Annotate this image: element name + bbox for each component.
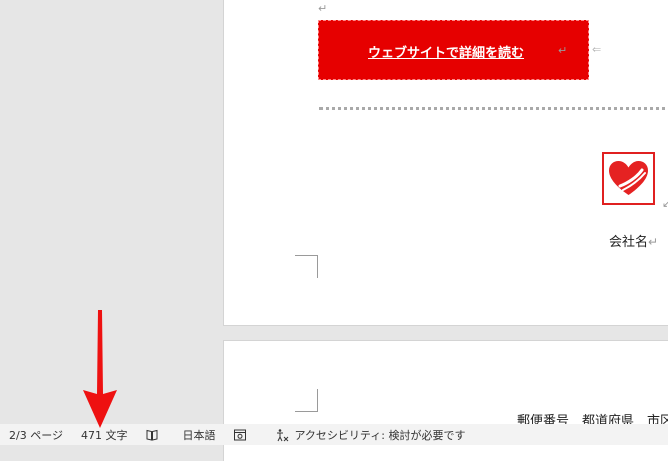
website-link[interactable]: ウェブサイトで詳細を読む bbox=[368, 42, 524, 61]
accessibility-label: アクセシビリティ: 検討が必要です bbox=[294, 428, 466, 442]
anchor-mark: ↙ bbox=[662, 197, 668, 210]
company-name: 会社名↵ bbox=[609, 235, 659, 250]
dotted-divider bbox=[319, 107, 668, 110]
language-label: 日本語 bbox=[182, 428, 216, 442]
focus-mode-button[interactable] bbox=[233, 424, 252, 445]
calendar-gear-icon bbox=[234, 429, 247, 440]
accessibility-icon bbox=[277, 428, 289, 441]
paragraph-mark: ↵ bbox=[558, 44, 568, 57]
page-count-label: 2/3 ページ bbox=[9, 428, 63, 442]
crop-mark bbox=[295, 389, 318, 412]
arrow-down-icon bbox=[83, 310, 117, 428]
word-count-label: 471 文字 bbox=[80, 428, 128, 442]
heart-icon bbox=[609, 161, 648, 195]
page-count[interactable]: 2/3 ページ bbox=[9, 424, 63, 445]
paragraph-mark: ↵ bbox=[318, 2, 328, 15]
company-logo[interactable] bbox=[602, 152, 655, 205]
proofing-status[interactable] bbox=[145, 424, 164, 445]
anchor-mark: ⇐ bbox=[592, 43, 602, 56]
accessibility-checker[interactable]: アクセシビリティ: 検討が必要です bbox=[275, 424, 465, 445]
crop-mark bbox=[295, 255, 318, 278]
language-indicator[interactable]: 日本語 bbox=[182, 424, 215, 445]
book-check-icon bbox=[146, 429, 158, 441]
